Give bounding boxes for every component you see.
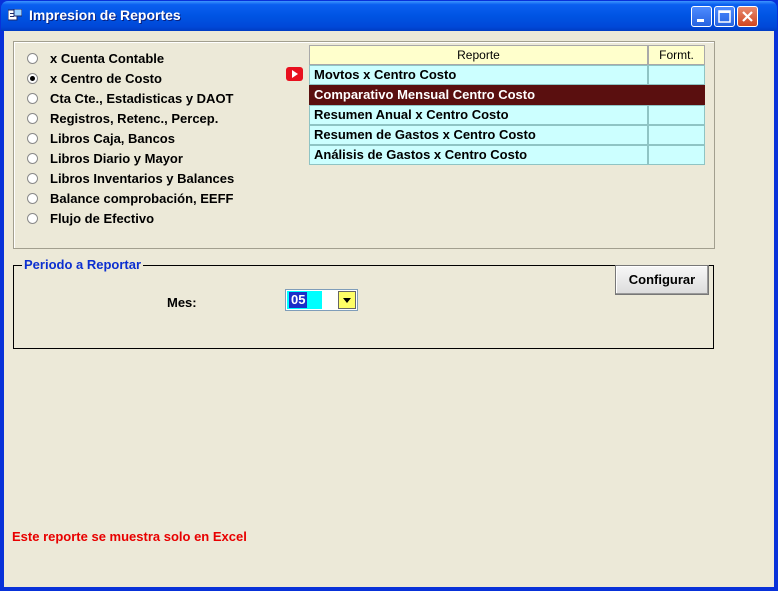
radio-unselected-icon[interactable] [27, 132, 38, 144]
radio-option[interactable]: Registros, Retenc., Percep. [27, 109, 218, 127]
format-cell[interactable] [648, 145, 705, 165]
radio-option-label: Cta Cte., Estadisticas y DAOT [50, 90, 234, 106]
configurar-button[interactable]: Configurar [615, 265, 709, 295]
radio-option[interactable]: x Centro de Costo [27, 69, 162, 87]
minimize-button[interactable] [691, 6, 712, 27]
radio-unselected-icon[interactable] [27, 112, 38, 124]
close-button[interactable] [737, 6, 758, 27]
table-row[interactable]: Comparativo Mensual Centro Costo [309, 85, 705, 105]
format-cell[interactable] [648, 85, 705, 105]
radio-option[interactable]: Libros Inventarios y Balances [27, 169, 234, 187]
radio-selected-icon[interactable] [27, 72, 38, 84]
radio-option[interactable]: Libros Caja, Bancos [27, 129, 175, 147]
report-name-cell[interactable]: Resumen de Gastos x Centro Costo [309, 125, 648, 145]
excel-notice: Este reporte se muestra solo en Excel [12, 529, 247, 544]
column-header-reporte[interactable]: Reporte [309, 45, 648, 65]
radio-option-label: Libros Caja, Bancos [50, 130, 175, 146]
grid-header: Reporte Formt. [309, 45, 705, 65]
mes-value-field[interactable]: 05 [287, 291, 322, 309]
radio-option-label: Libros Inventarios y Balances [50, 170, 235, 186]
radio-unselected-icon[interactable] [27, 212, 38, 224]
format-cell[interactable] [648, 125, 705, 145]
radio-unselected-icon[interactable] [27, 92, 38, 104]
radio-option-label: Registros, Retenc., Percep. [50, 110, 219, 126]
radio-option[interactable]: Balance comprobación, EEFF [27, 189, 234, 207]
format-cell[interactable] [648, 105, 705, 125]
radio-option[interactable]: Libros Diario y Mayor [27, 149, 183, 167]
chevron-down-icon[interactable] [338, 291, 356, 309]
mes-value: 05 [289, 292, 308, 308]
record-pointer-icon [286, 67, 303, 81]
window-title: Impresion de Reportes [29, 7, 181, 23]
radio-option[interactable]: x Cuenta Contable [27, 49, 164, 67]
radio-option-label: x Cuenta Contable [50, 50, 165, 66]
report-name-cell[interactable]: Movtos x Centro Costo [309, 65, 648, 85]
report-name-cell[interactable]: Resumen Anual x Centro Costo [309, 105, 648, 125]
maximize-icon [718, 10, 731, 23]
maximize-button[interactable] [714, 6, 735, 27]
periodo-legend: Periodo a Reportar [22, 257, 144, 272]
report-name-cell[interactable]: Comparativo Mensual Centro Costo [309, 85, 648, 105]
table-row[interactable]: Resumen Anual x Centro Costo [309, 105, 705, 125]
radio-option-label: Libros Diario y Mayor [50, 150, 183, 166]
table-row[interactable]: Resumen de Gastos x Centro Costo [309, 125, 705, 145]
radio-unselected-icon[interactable] [27, 192, 38, 204]
table-row[interactable]: Movtos x Centro Costo [309, 65, 705, 85]
format-cell[interactable] [648, 65, 705, 85]
report-app-icon [8, 9, 22, 21]
column-header-format[interactable]: Formt. [648, 45, 705, 65]
radio-option-label: Flujo de Efectivo [50, 210, 155, 226]
radio-option-label: Balance comprobación, EEFF [50, 190, 234, 206]
mes-label: Mes: [167, 295, 197, 310]
report-name-cell[interactable]: Análisis de Gastos x Centro Costo [309, 145, 648, 165]
radio-unselected-icon[interactable] [27, 172, 38, 184]
title-bar[interactable]: Impresion de Reportes [1, 1, 777, 31]
radio-option-label: x Centro de Costo [50, 70, 162, 86]
close-icon [742, 11, 753, 22]
periodo-frame [13, 265, 714, 349]
radio-option[interactable]: Flujo de Efectivo [27, 209, 154, 227]
radio-unselected-icon[interactable] [27, 52, 38, 64]
mes-combobox[interactable]: 05 [285, 289, 358, 311]
radio-option[interactable]: Cta Cte., Estadisticas y DAOT [27, 89, 234, 107]
main-window: Impresion de Reportes x Cuenta Contable x… [0, 0, 778, 591]
table-row[interactable]: Análisis de Gastos x Centro Costo [309, 145, 705, 165]
minimize-icon [697, 19, 704, 22]
window-client-area: x Cuenta Contable x Centro de Costo Cta Ct… [4, 31, 774, 587]
radio-unselected-icon[interactable] [27, 152, 38, 164]
